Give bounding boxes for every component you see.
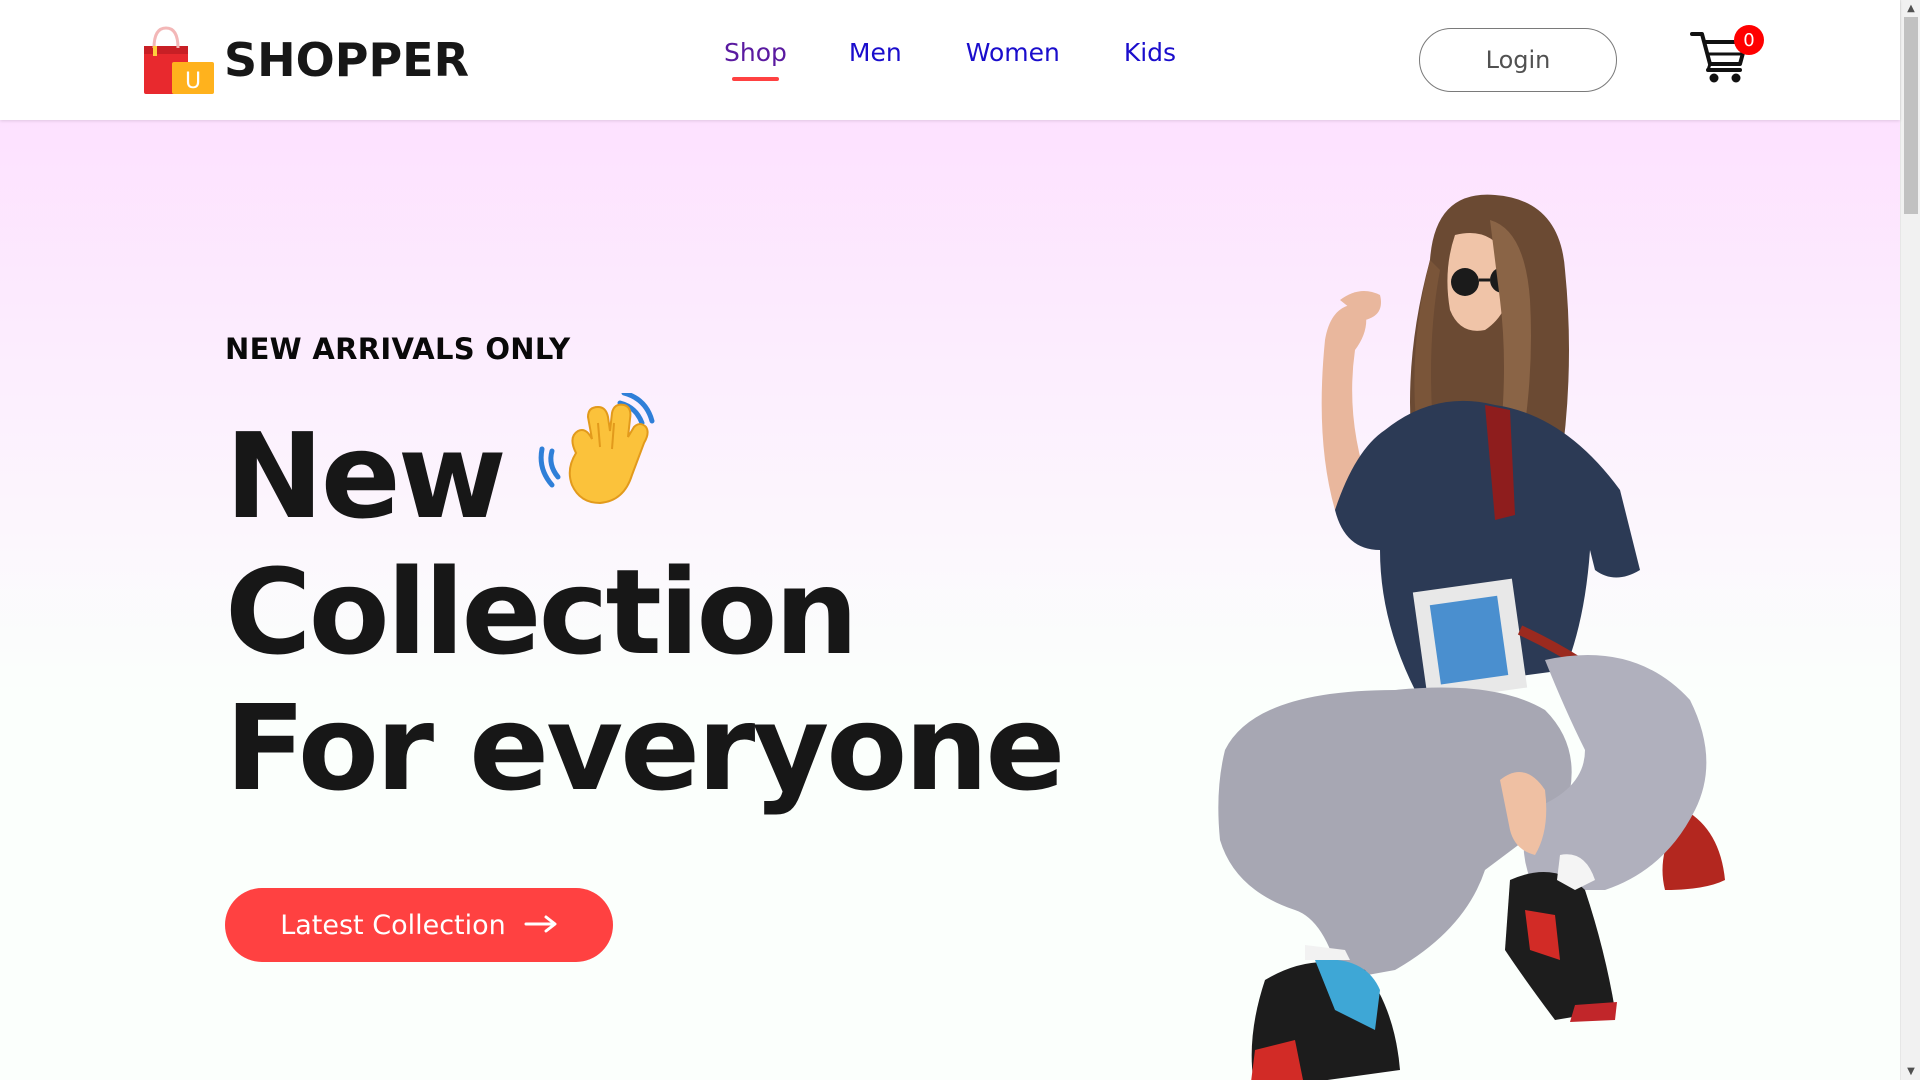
hero-heading-text: New [225,407,507,545]
arrow-right-icon [524,910,558,941]
nav-item-label: Men [848,38,902,67]
nav-item-kids[interactable]: Kids [1124,38,1176,67]
logo-bag-letter: U [185,69,201,94]
vertical-scrollbar[interactable]: ▲ ▼ [1900,0,1920,1080]
navbar: U SHOPPER Shop Men Women Kids Login 0 [0,0,1900,120]
nav-item-label: Women [965,38,1060,67]
cart-count-badge: 0 [1734,25,1764,55]
hero-heading-text: For everyone [225,679,1065,817]
nav-item-label: Kids [1123,38,1177,67]
hero-heading-text: Collection [225,543,858,681]
hero-heading: New Collection For everyone [225,390,1065,817]
scroll-down-arrow-icon[interactable]: ▼ [1901,1063,1920,1080]
shopping-bag-icon: U [142,24,218,96]
cart-button[interactable]: 0 [1690,25,1764,88]
cart-icon [1690,32,1750,88]
hero-heading-line: For everyone [225,679,1065,817]
nav-item-women[interactable]: Women [966,38,1060,67]
page: U SHOPPER Shop Men Women Kids Login 0 NE… [0,0,1920,1080]
latest-collection-button[interactable]: Latest Collection [225,888,613,962]
nav-menu: Shop Men Women Kids [724,38,1176,81]
hero-model-image [1165,190,1765,1080]
nav-item-shop[interactable]: Shop [724,38,787,81]
waving-hand-icon [538,390,658,540]
hero-section: NEW ARRIVALS ONLY New Collection For eve… [0,120,1900,1080]
nav-item-men[interactable]: Men [849,38,902,67]
latest-collection-label: Latest Collection [280,909,506,941]
login-button[interactable]: Login [1419,28,1617,92]
scrollbar-thumb[interactable] [1904,17,1918,214]
hero-tagline: NEW ARRIVALS ONLY [225,332,571,366]
hero-heading-line: New [225,390,1062,545]
nav-item-label: Shop [724,38,787,67]
scroll-up-arrow-icon[interactable]: ▲ [1901,0,1920,17]
nav-active-indicator [732,77,779,81]
hero-heading-line: Collection [225,544,1062,680]
logo-text: SHOPPER [224,33,470,87]
logo[interactable]: U SHOPPER [142,24,469,96]
